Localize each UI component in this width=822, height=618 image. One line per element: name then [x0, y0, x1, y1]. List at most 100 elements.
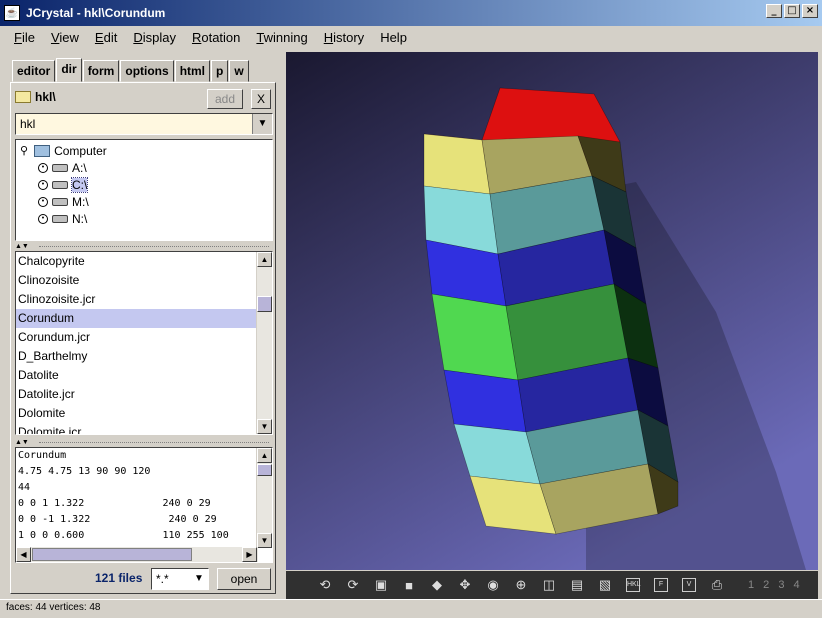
tab-p[interactable]: p — [211, 60, 229, 82]
text-hscrollbar[interactable]: ◀ ▶ — [16, 547, 258, 562]
menu-bar: File View Edit Display Rotation Twinning Histo… — [0, 26, 822, 48]
file-list: Chalcopyrite Clinozoisite Clinozoisite.jcr… — [15, 251, 273, 435]
yellow-face-front-1 — [423, 133, 491, 195]
text-vscrollbar[interactable]: ▲ ▼ — [256, 448, 272, 548]
file-list-item[interactable]: Corundum.jcr — [16, 328, 256, 347]
expand-handle-icon[interactable]: • — [38, 179, 48, 190]
scroll-down-button[interactable]: ▼ — [257, 419, 272, 434]
tab-strip: editor dir form options html p w — [12, 58, 250, 82]
tab-editor[interactable]: editor — [12, 60, 56, 82]
folder-icon — [15, 91, 31, 103]
open-button[interactable]: open — [217, 568, 271, 590]
text-line: 0 0 1 1.322 240 0 29 — [18, 498, 211, 509]
page-numbers[interactable]: 1 2 3 4 — [748, 579, 803, 591]
menu-twinning[interactable]: Twinning — [248, 30, 315, 45]
tree-root[interactable]: ⚲ Computer — [20, 142, 107, 159]
menu-history[interactable]: History — [316, 30, 372, 45]
file-list-scrollbar[interactable]: ▲ ▼ — [256, 252, 272, 434]
splitter-top[interactable]: ▲▼ — [15, 243, 273, 251]
close-dir-button[interactable]: X — [251, 89, 271, 109]
diamond-icon[interactable]: ◆ — [426, 574, 448, 596]
drive-label: N:\ — [72, 211, 88, 226]
tree-drive-item[interactable]: • C:\ — [38, 176, 89, 193]
expand-handle-icon[interactable]: • — [38, 196, 48, 207]
image-icon[interactable]: ▧ — [594, 574, 616, 596]
file-list-item[interactable]: Chalcopyrite — [16, 252, 256, 271]
text-line: 0 0 -1 1.322 240 0 29 — [18, 514, 217, 525]
f-icon[interactable]: F — [650, 574, 672, 596]
text-line: 4.75 4.75 13 90 90 120 — [18, 466, 151, 477]
crystal-canvas[interactable] — [286, 52, 818, 570]
drive-label: A:\ — [72, 160, 87, 175]
hscroll-thumb[interactable] — [32, 548, 192, 561]
scroll-up-button[interactable]: ▲ — [257, 252, 272, 267]
drive-icon — [52, 197, 68, 206]
path-combo-value: hkl — [20, 117, 36, 131]
zoom-icon[interactable]: ⊕ — [510, 574, 532, 596]
close-window-button[interactable]: × — [802, 4, 818, 18]
text-line: 1 0 0 0.600 110 255 100 — [18, 530, 229, 541]
drive-label: M:\ — [72, 194, 89, 209]
print-icon[interactable]: ⎙ — [706, 574, 728, 596]
green-face-front — [431, 293, 519, 381]
eye-icon[interactable]: ◉ — [482, 574, 504, 596]
expand-handle-icon[interactable]: • — [38, 162, 48, 173]
file-content-text[interactable]: Corundum 4.75 4.75 13 90 90 120 44 0 0 1 1.… — [15, 447, 273, 563]
add-button[interactable]: add — [207, 89, 243, 109]
rotate-minus-icon[interactable]: ⟲ — [314, 574, 336, 596]
tab-dir[interactable]: dir — [56, 58, 82, 82]
path-combo[interactable]: hkl ▼ — [15, 113, 273, 135]
crystal-viewer[interactable] — [286, 52, 818, 570]
tree-root-label: Computer — [54, 143, 107, 158]
hkl-icon[interactable]: HKL — [622, 574, 644, 596]
v-icon[interactable]: V — [678, 574, 700, 596]
scroll-right-button[interactable]: ▶ — [242, 547, 257, 562]
files-count: 121 files — [95, 571, 143, 585]
left-panel: editor dir form options html p w hkl\ add X hk… — [6, 52, 282, 598]
tab-html[interactable]: html — [174, 60, 211, 82]
tree-drive-item[interactable]: • M:\ — [38, 193, 89, 210]
splitter-bottom[interactable]: ▲▼ — [15, 439, 273, 447]
text-line: 44 — [18, 482, 31, 493]
chevron-down-icon[interactable]: ▼ — [252, 114, 272, 134]
status-bar: faces: 44 vertices: 48 — [0, 599, 822, 618]
file-list-item[interactable]: Corundum — [16, 309, 256, 328]
minimize-button[interactable]: _ — [766, 4, 782, 18]
scroll-thumb[interactable] — [257, 296, 272, 312]
menu-rotation[interactable]: Rotation — [184, 30, 248, 45]
dual-view-icon[interactable]: ◫ — [538, 574, 560, 596]
file-list-item[interactable]: Datolite — [16, 366, 256, 385]
tree-drive-item[interactable]: • N:\ — [38, 210, 87, 227]
menu-display[interactable]: Display — [125, 30, 184, 45]
text-scroll-thumb[interactable] — [257, 464, 272, 476]
stereo-icon[interactable]: ▤ — [566, 574, 588, 596]
text-scroll-down-button[interactable]: ▼ — [257, 533, 272, 548]
file-list-item[interactable]: D_Barthelmy — [16, 347, 256, 366]
diamond-arrows-icon[interactable]: ✥ — [454, 574, 476, 596]
expand-handle-icon[interactable]: • — [38, 213, 48, 224]
tree-drive-item[interactable]: • A:\ — [38, 159, 87, 176]
menu-file[interactable]: File — [6, 30, 43, 45]
tab-w[interactable]: w — [229, 60, 249, 82]
scroll-left-button[interactable]: ◀ — [16, 547, 31, 562]
chevron-down-icon[interactable]: ▼ — [190, 569, 208, 589]
dir-path-row: hkl\ add X — [15, 87, 273, 109]
tab-form[interactable]: form — [82, 60, 120, 82]
file-list-item[interactable]: Datolite.jcr — [16, 385, 256, 404]
maximize-button[interactable]: □ — [784, 4, 800, 18]
text-scroll-up-button[interactable]: ▲ — [257, 448, 272, 463]
rotate-plus-icon[interactable]: ⟳ — [342, 574, 364, 596]
app-icon: ☕ — [4, 5, 20, 21]
file-list-item[interactable]: Dolomite — [16, 404, 256, 423]
menu-help[interactable]: Help — [372, 30, 415, 45]
file-list-item[interactable]: Dolomite.jcr — [16, 423, 256, 434]
square-icon[interactable]: ■ — [398, 574, 420, 596]
filter-combo[interactable]: *.* ▼ — [151, 568, 209, 590]
drive-label: C:\ — [70, 176, 89, 193]
frame-icon[interactable]: ▣ — [370, 574, 392, 596]
menu-edit[interactable]: Edit — [87, 30, 125, 45]
file-list-item[interactable]: Clinozoisite.jcr — [16, 290, 256, 309]
tab-options[interactable]: options — [120, 60, 174, 82]
file-list-item[interactable]: Clinozoisite — [16, 271, 256, 290]
menu-view[interactable]: View — [43, 30, 87, 45]
